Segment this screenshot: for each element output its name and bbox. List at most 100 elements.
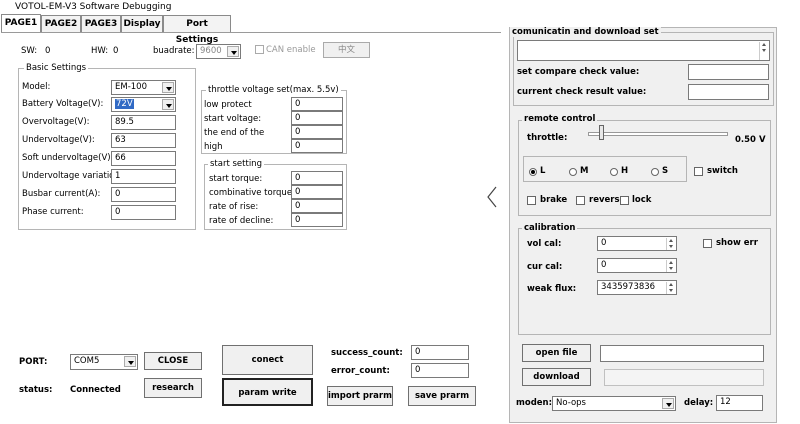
end-voltage-input[interactable]: 0 — [291, 125, 343, 139]
rate-of-rise-input[interactable]: 0 — [291, 199, 343, 213]
connect-button[interactable]: conect — [222, 345, 313, 375]
gear-radio-s[interactable] — [651, 168, 659, 176]
overvoltage-label: Overvoltage(V): — [22, 117, 90, 127]
status-value: Connected — [70, 385, 121, 395]
moden-label: moden: — [516, 398, 552, 408]
close-port-button[interactable]: CLOSE — [144, 352, 202, 370]
model-label: Model: — [22, 82, 51, 92]
start-voltage-input[interactable]: 0 — [291, 111, 343, 125]
start-torque-label: start torque: — [209, 174, 263, 184]
communication-textarea[interactable] — [517, 40, 770, 61]
tab-port-settings[interactable]: Port Settings — [163, 15, 231, 45]
research-button[interactable]: research — [144, 378, 202, 398]
start-torque-input[interactable]: 0 — [291, 171, 343, 185]
brake-label: brake — [540, 195, 568, 205]
can-enable-checkbox[interactable] — [255, 45, 264, 54]
sw-label: SW: — [21, 46, 38, 56]
rate-of-decline-input[interactable]: 0 — [291, 213, 343, 227]
basic-settings-title: Basic Settings — [24, 63, 89, 73]
high-label: high — [204, 142, 223, 152]
model-value: EM-100 — [115, 82, 147, 92]
spinner-icon[interactable] — [666, 238, 675, 250]
show-err-label: show err — [716, 238, 758, 248]
high-input[interactable]: 0 — [291, 139, 343, 153]
battery-voltage-value: 72V — [115, 99, 134, 109]
error-count-input[interactable]: 0 — [411, 363, 469, 378]
baudrate-label: buadrate: — [153, 46, 195, 56]
low-protect-input[interactable]: 0 — [291, 97, 343, 111]
baudrate-value: 9600 — [200, 46, 222, 56]
tab-page2[interactable]: PAGE2 — [41, 15, 81, 32]
low-protect-label: low protect — [204, 100, 252, 110]
vol-cal-value: 0 — [601, 238, 607, 248]
throttle-slider-thumb[interactable] — [598, 125, 604, 140]
gear-radio-h[interactable] — [610, 168, 618, 176]
gear-label-h: H — [621, 166, 629, 176]
current-check-label: current check result value: — [517, 87, 647, 97]
rate-of-rise-label: rate of rise: — [209, 202, 259, 212]
battery-voltage-select[interactable]: 72V — [111, 97, 176, 112]
combinative-torque-label: combinative torque: — [209, 188, 295, 198]
cur-cal-input[interactable]: 0 — [597, 258, 677, 273]
port-select[interactable]: COM5 — [70, 354, 138, 370]
show-err-checkbox[interactable] — [703, 239, 712, 248]
soft-undervoltage-label: Soft undervoltage(V): — [22, 153, 114, 163]
file-path-input[interactable] — [600, 345, 764, 362]
chevron-down-icon — [162, 99, 174, 110]
model-select[interactable]: EM-100 — [111, 80, 176, 95]
undervoltage-label: Undervoltage(V): — [22, 135, 95, 145]
end-voltage-label: the end of the — [204, 128, 265, 138]
spinner-icon[interactable] — [666, 260, 675, 272]
undervoltage-variation-input[interactable]: 1 — [111, 169, 176, 184]
phase-current-label: Phase current: — [22, 207, 84, 217]
undervoltage-input[interactable]: 63 — [111, 133, 176, 148]
throttle-slider-track[interactable] — [588, 132, 728, 136]
soft-undervoltage-input[interactable]: 66 — [111, 151, 176, 166]
switch-checkbox[interactable] — [694, 167, 703, 176]
chevron-left-icon[interactable] — [486, 186, 498, 208]
hw-label: HW: — [91, 46, 109, 56]
switch-label: switch — [707, 166, 738, 176]
delay-input[interactable]: 12 — [716, 395, 763, 411]
start-voltage-label: start voltage: — [204, 114, 262, 124]
param-write-button[interactable]: param write — [222, 378, 313, 406]
lock-label: lock — [632, 195, 652, 205]
chevron-down-icon — [124, 356, 136, 367]
battery-voltage-label: Battery Voltage(V): — [22, 99, 104, 109]
sw-value: 0 — [45, 46, 51, 56]
spinner-icon[interactable] — [666, 282, 675, 294]
moden-select[interactable]: No-ops — [552, 396, 676, 411]
status-label: status: — [19, 385, 53, 395]
calibration-title: calibration — [522, 223, 578, 233]
busbar-current-input[interactable]: 0 — [111, 187, 176, 202]
gear-label-m: M — [580, 166, 589, 176]
lock-checkbox[interactable] — [620, 196, 629, 205]
tab-page3[interactable]: PAGE3 — [81, 15, 121, 32]
busbar-current-label: Busbar current(A): — [22, 189, 101, 199]
vol-cal-input[interactable]: 0 — [597, 236, 677, 251]
compare-check-input[interactable] — [688, 64, 769, 80]
throttle-unit: V — [759, 135, 766, 145]
gear-radio-l[interactable] — [529, 168, 537, 176]
language-button[interactable]: 中文 — [323, 42, 370, 58]
gear-radio-m[interactable] — [569, 168, 577, 176]
save-param-button[interactable]: save prarm — [408, 386, 476, 406]
brake-checkbox[interactable] — [527, 196, 536, 205]
reverse-checkbox[interactable] — [576, 196, 585, 205]
success-count-input[interactable]: 0 — [411, 345, 469, 360]
phase-current-input[interactable]: 0 — [111, 205, 176, 220]
chevron-down-icon — [162, 82, 174, 93]
open-file-button[interactable]: open file — [522, 344, 591, 362]
tab-display[interactable]: Display — [121, 15, 163, 32]
overvoltage-input[interactable]: 89.5 — [111, 115, 176, 130]
weak-flux-input[interactable]: 3435973836 — [597, 280, 677, 295]
baudrate-select[interactable]: 9600 — [196, 44, 241, 59]
import-param-button[interactable]: import prarm — [327, 386, 393, 406]
current-check-input[interactable] — [688, 84, 769, 100]
tab-page1[interactable]: PAGE1 — [1, 14, 41, 33]
undervoltage-variation-label: Undervoltage variation: — [22, 171, 123, 181]
can-enable-label: CAN enable — [266, 45, 316, 55]
download-button[interactable]: download — [522, 368, 591, 386]
remote-control-title: remote control — [522, 114, 598, 124]
combinative-torque-input[interactable]: 0 — [291, 185, 343, 199]
